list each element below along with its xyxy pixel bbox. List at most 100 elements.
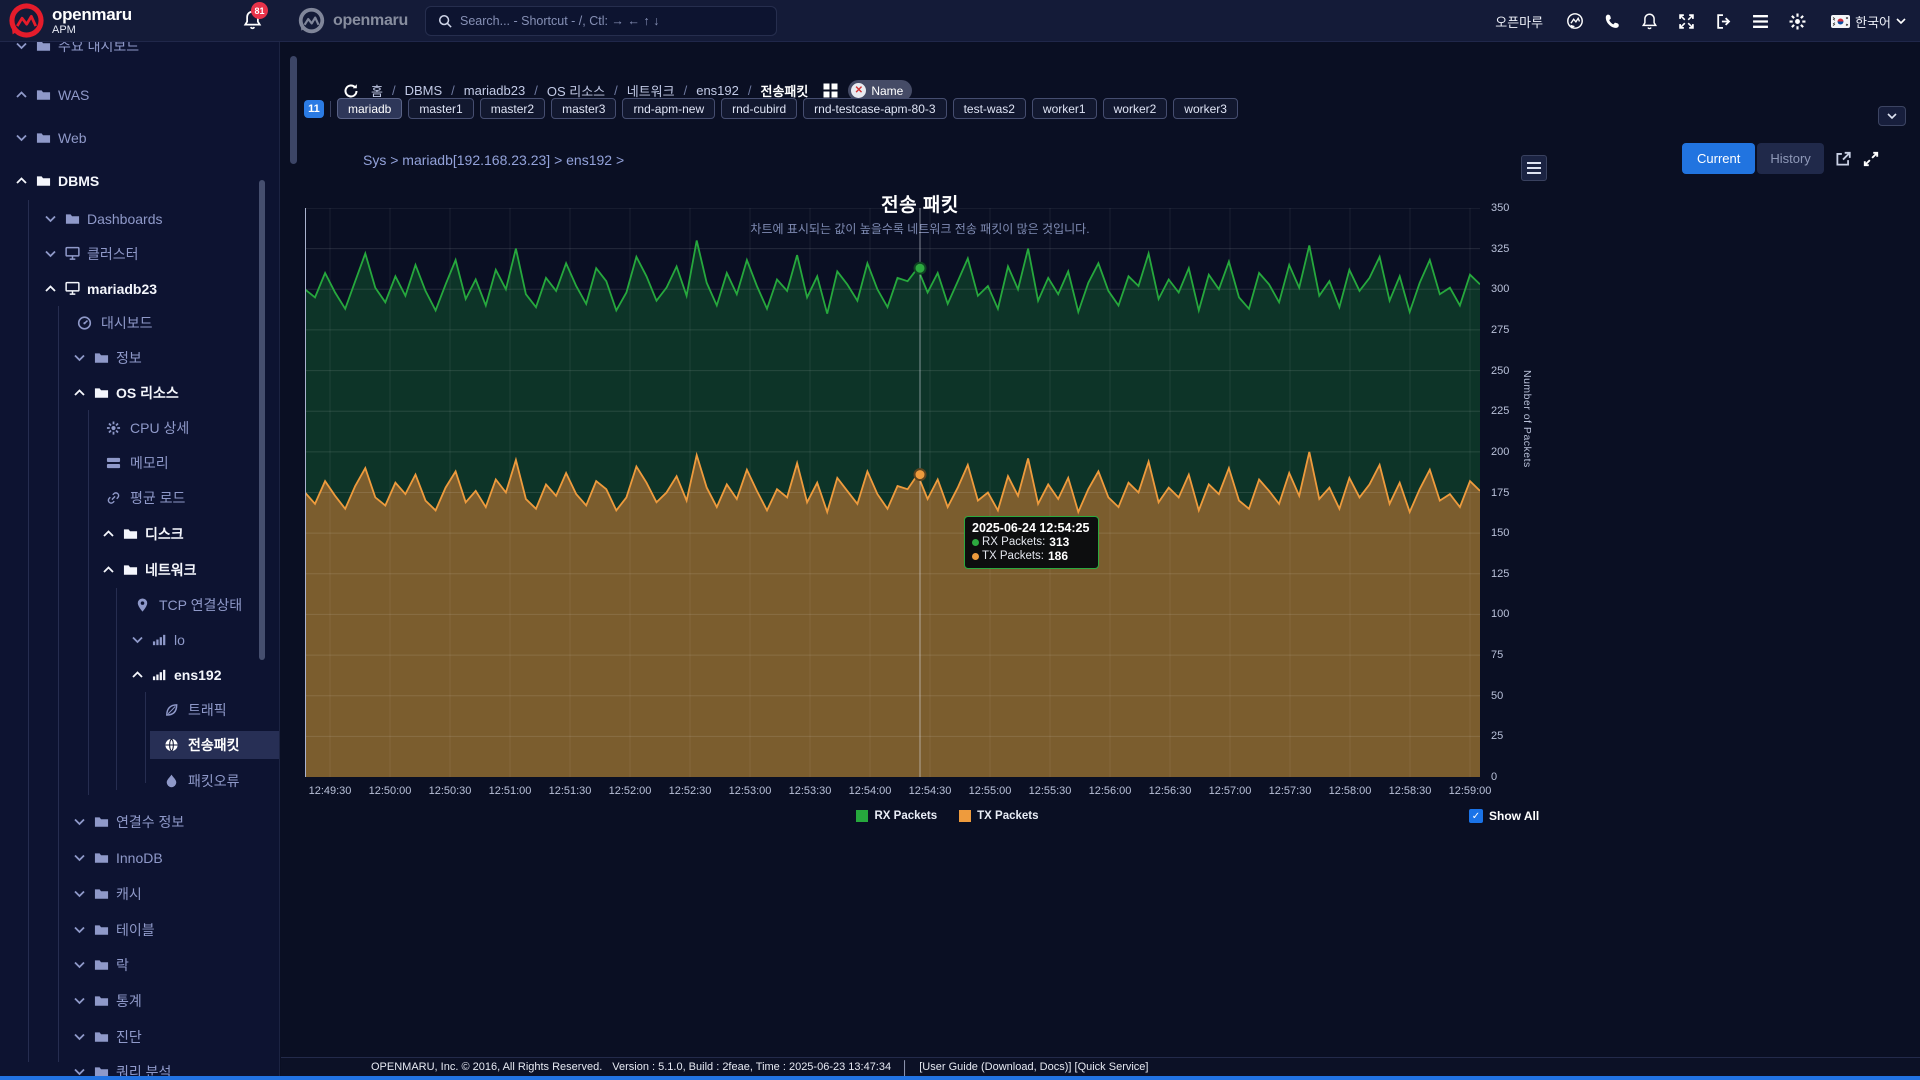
sidebar-item-lock[interactable]: 락 <box>0 951 279 979</box>
chevron-up-icon <box>16 177 27 184</box>
history-button[interactable]: History <box>1757 143 1824 174</box>
sidebar-item-label: 연결수 정보 <box>116 814 185 830</box>
secondary-brand[interactable]: openmaru <box>297 6 408 35</box>
sidebar-item-mariadb23[interactable]: mariadb23 <box>0 275 279 303</box>
host-tag-master2[interactable]: master2 <box>479 98 546 119</box>
logout-button[interactable] <box>1714 12 1732 30</box>
openmaru-status-button[interactable] <box>1566 12 1584 30</box>
fullscreen-button[interactable] <box>1677 12 1695 30</box>
chevron-up-icon <box>16 91 27 98</box>
sidebar-item-disk[interactable]: 디스크 <box>0 520 279 548</box>
footer-links[interactable]: [User Guide (Download, Docs)] [Quick Ser… <box>919 1061 1148 1073</box>
sidebar-item-label: 평균 로드 <box>130 490 186 506</box>
x-tick-label: 12:53:30 <box>788 785 832 797</box>
sidebar-item-label: 메모리 <box>130 455 169 471</box>
sidebar-item-network[interactable]: 네트워크 <box>0 556 279 584</box>
open-external-button[interactable] <box>1834 150 1852 168</box>
x-tick-label: 12:56:00 <box>1088 785 1132 797</box>
app-logo[interactable]: openmaru APM <box>8 2 132 39</box>
sidebar-scrollbar[interactable] <box>259 180 265 660</box>
sidebar-item-traffic[interactable]: 트래픽 <box>0 696 279 724</box>
sidebar-item-bottom-clipped[interactable]: 쿼리 분석 <box>0 1058 279 1076</box>
tooltip-timestamp: 2025-06-24 12:54:25 <box>972 521 1090 535</box>
host-tag-master1[interactable]: master1 <box>408 98 474 119</box>
chevron-up-icon <box>132 671 143 678</box>
remove-filter-icon[interactable]: ✕ <box>851 83 867 98</box>
grid-view-button[interactable] <box>821 82 839 100</box>
sidebar-item-dbms[interactable]: DBMS <box>0 167 279 195</box>
sidebar-item-packet-error[interactable]: 패킷오류 <box>0 767 279 795</box>
x-tick-label: 12:59:00 <box>1448 785 1492 797</box>
sidebar-item-web[interactable]: Web <box>0 124 279 152</box>
host-tag-rnd-cubird[interactable]: rnd-cubird <box>721 98 798 119</box>
sidebar-item-top-clipped[interactable]: 주요 대시보드 <box>0 42 279 60</box>
x-tick-label: 12:51:00 <box>488 785 532 797</box>
breadcrumb-item-2[interactable]: mariadb23 <box>464 83 525 98</box>
sidebar-item-cluster[interactable]: 클러스터 <box>0 240 279 268</box>
sidebar-item-connections[interactable]: 연결수 정보 <box>0 808 279 836</box>
chart-menu-button[interactable] <box>1521 155 1547 181</box>
main-scrollbar[interactable] <box>290 56 297 164</box>
settings-gear-button[interactable] <box>1788 12 1806 30</box>
show-all-checkbox[interactable]: ✓ <box>1469 809 1483 823</box>
chevron-up-icon <box>45 285 56 292</box>
tag-dropdown-button[interactable] <box>1878 106 1906 126</box>
sidebar-item-label: 정보 <box>116 350 142 366</box>
sidebar-item-info[interactable]: 정보 <box>0 344 279 372</box>
alerts-bell-button[interactable] <box>1640 12 1658 30</box>
y-tick-label: 100 <box>1491 608 1510 621</box>
host-tag-rnd-testcase-apm-80-3[interactable]: rnd-testcase-apm-80-3 <box>803 98 947 119</box>
sidebar-item-lo[interactable]: lo <box>0 626 279 654</box>
host-tag-test-was2[interactable]: test-was2 <box>952 98 1026 119</box>
sidebar-item-cpu-detail[interactable]: CPU 상세 <box>0 414 279 442</box>
x-tick-label: 12:54:30 <box>908 785 952 797</box>
host-tag-worker1[interactable]: worker1 <box>1031 98 1097 119</box>
search-input[interactable] <box>460 14 764 28</box>
sidebar-item-dashboard[interactable]: 대시보드 <box>0 309 279 337</box>
phone-button[interactable] <box>1603 12 1621 30</box>
breadcrumb-item-1[interactable]: DBMS <box>405 83 443 98</box>
sidebar-item-packets[interactable]: 전송패킷 <box>0 731 279 759</box>
folder-icon <box>94 388 109 398</box>
top-bar: openmaru APM 81 openmaru 오픈마루 <box>0 0 1920 42</box>
legend-item-rx[interactable]: RX Packets <box>856 810 937 822</box>
chevron-down-icon <box>74 1068 85 1076</box>
host-tag-worker2[interactable]: worker2 <box>1102 98 1168 119</box>
legend-item-tx[interactable]: TX Packets <box>959 810 1039 822</box>
expand-chart-button[interactable] <box>1862 150 1880 168</box>
breadcrumb-item-5[interactable]: ens192 <box>696 83 739 98</box>
folder-icon <box>94 1032 109 1042</box>
show-all-toggle[interactable]: ✓ Show All <box>1469 809 1539 823</box>
sidebar-item-stats[interactable]: 통계 <box>0 987 279 1015</box>
sidebar-item-tcp-status[interactable]: TCP 연결상태 <box>0 591 279 619</box>
sidebar-item-label: OS 리소스 <box>116 385 179 401</box>
current-button[interactable]: Current <box>1682 143 1756 174</box>
sidebar-item-os-resource[interactable]: OS 리소스 <box>0 379 279 407</box>
sidebar-item-ens192[interactable]: ens192 <box>0 661 279 689</box>
host-tag-worker3[interactable]: worker3 <box>1173 98 1238 119</box>
y-tick-label: 0 <box>1491 771 1498 783</box>
host-tag-master3[interactable]: master3 <box>551 98 617 119</box>
scope-breadcrumb[interactable]: Sys > mariadb[192.168.23.23] > ens192 > <box>363 152 624 168</box>
rx-highlight-dot <box>913 261 927 275</box>
sidebar-item-was[interactable]: WAS <box>0 81 279 109</box>
language-selector[interactable]: 한국어 <box>1831 12 1906 31</box>
packets-area-chart[interactable] <box>305 208 1480 777</box>
sidebar-item-dashboards[interactable]: Dashboards <box>0 205 279 233</box>
sidebar-item-label: 테이블 <box>116 922 155 938</box>
show-all-label: Show All <box>1489 809 1540 823</box>
host-tag-mariadb[interactable]: mariadb <box>337 98 403 119</box>
sidebar-item-table[interactable]: 테이블 <box>0 916 279 944</box>
refresh-button[interactable] <box>342 82 360 100</box>
sidebar-item-load-avg[interactable]: 평균 로드 <box>0 484 279 512</box>
notification-bell[interactable]: 81 <box>243 2 268 35</box>
sidebar-item-innodb[interactable]: InnoDB <box>0 844 279 872</box>
chevron-down-icon <box>74 854 85 862</box>
host-tag-rnd-apm-new[interactable]: rnd-apm-new <box>622 98 716 119</box>
sidebar-item-diagnosis[interactable]: 진단 <box>0 1023 279 1051</box>
sidebar-item-cache[interactable]: 캐시 <box>0 880 279 908</box>
menu-button[interactable] <box>1751 12 1769 30</box>
sidebar-item-memory[interactable]: 메모리 <box>0 449 279 477</box>
breadcrumb-separator: / <box>683 83 688 98</box>
footer: OPENMARU, Inc. © 2016, All Rights Reserv… <box>281 1057 1920 1076</box>
